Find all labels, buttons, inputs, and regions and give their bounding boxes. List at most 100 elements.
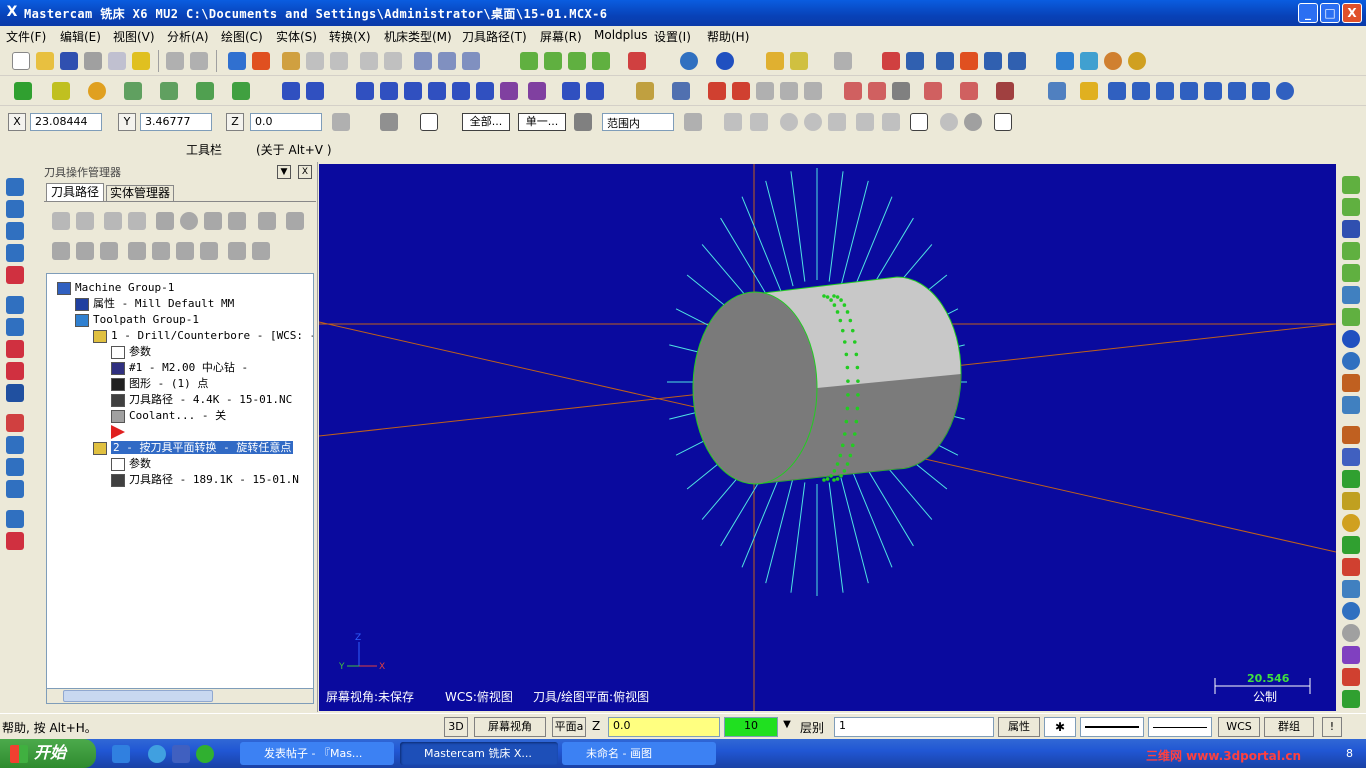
y-coordinate-input[interactable]: 3.46777 bbox=[140, 113, 212, 131]
steps-icon[interactable] bbox=[1180, 82, 1198, 100]
r-shapes-icon[interactable] bbox=[1342, 646, 1360, 664]
shape-c-icon[interactable] bbox=[804, 113, 822, 131]
note-icon[interactable] bbox=[756, 82, 774, 100]
wrap-icon[interactable] bbox=[528, 82, 546, 100]
tree-node-6[interactable]: 图形 - (1) 点 bbox=[111, 376, 208, 392]
solid-a-icon[interactable] bbox=[844, 82, 862, 100]
pencil-icon[interactable] bbox=[766, 52, 784, 70]
box-icon[interactable] bbox=[804, 82, 822, 100]
addin-icon[interactable] bbox=[1128, 52, 1146, 70]
menu-solids[interactable]: 实体(S) bbox=[276, 28, 317, 45]
post-ops-icon[interactable] bbox=[228, 212, 246, 230]
edge-icon[interactable] bbox=[6, 340, 24, 358]
regen-icon[interactable] bbox=[104, 212, 122, 230]
trim-icon[interactable] bbox=[282, 82, 300, 100]
fastpoint-icon[interactable] bbox=[380, 113, 398, 131]
tree-node-1[interactable]: 属性 - Mill Default MM bbox=[75, 296, 234, 312]
record-icon[interactable] bbox=[1104, 52, 1122, 70]
minimize-button[interactable]: _ bbox=[1298, 3, 1318, 23]
regen-dirty-icon[interactable] bbox=[128, 212, 146, 230]
r-misc-icon[interactable] bbox=[1342, 690, 1360, 708]
arrow-xform-icon[interactable] bbox=[586, 82, 604, 100]
groups-button[interactable]: 群组 bbox=[1264, 717, 1314, 737]
line-width-select[interactable] bbox=[1148, 717, 1212, 737]
view-top-icon[interactable] bbox=[520, 52, 538, 70]
measure-icon[interactable] bbox=[1048, 82, 1066, 100]
menu-toolpaths[interactable]: 刀具路径(T) bbox=[462, 28, 527, 45]
r-sphere-icon[interactable] bbox=[1342, 330, 1360, 348]
quicklaunch-ie-icon[interactable] bbox=[148, 745, 166, 763]
equal-icon[interactable] bbox=[1108, 82, 1126, 100]
close-button[interactable]: X bbox=[1342, 3, 1362, 23]
color-dropdown-icon[interactable]: ▼ bbox=[780, 719, 794, 735]
eraser-icon[interactable] bbox=[1080, 82, 1098, 100]
help-query-icon[interactable] bbox=[882, 52, 900, 70]
toolpath-manager-icon[interactable] bbox=[906, 52, 924, 70]
arc-view-icon[interactable] bbox=[6, 222, 24, 240]
mirror-icon[interactable] bbox=[404, 82, 422, 100]
r-line-icon[interactable] bbox=[1342, 492, 1360, 510]
r-cube2-icon[interactable] bbox=[1342, 198, 1360, 216]
globe-icon[interactable] bbox=[680, 52, 698, 70]
autocursor-icon[interactable] bbox=[332, 113, 350, 131]
backplot-icon[interactable] bbox=[438, 52, 456, 70]
menu-view[interactable]: 视图(V) bbox=[113, 28, 155, 45]
shape-d-icon[interactable] bbox=[828, 113, 846, 131]
solid-c-icon[interactable] bbox=[892, 82, 910, 100]
ops-help-icon[interactable] bbox=[286, 212, 304, 230]
stock-icon[interactable] bbox=[1056, 52, 1074, 70]
new-file-icon[interactable] bbox=[12, 52, 30, 70]
project-icon[interactable] bbox=[500, 82, 518, 100]
open-file-icon[interactable] bbox=[36, 52, 54, 70]
r-curve-icon[interactable] bbox=[1342, 448, 1360, 466]
surface-b-icon[interactable] bbox=[960, 82, 978, 100]
quicklaunch-desktop-icon[interactable] bbox=[112, 745, 130, 763]
r-cube1-icon[interactable] bbox=[1342, 176, 1360, 194]
lock-icon[interactable] bbox=[52, 242, 70, 260]
grid-icon[interactable] bbox=[562, 82, 580, 100]
r-cube3-icon[interactable] bbox=[1342, 242, 1360, 260]
undo-icon[interactable] bbox=[166, 52, 184, 70]
print-preview-icon[interactable] bbox=[108, 52, 126, 70]
x-coordinate-input[interactable]: 23.08444 bbox=[30, 113, 102, 131]
tree-node-8[interactable]: Coolant... - 关 bbox=[111, 408, 226, 424]
z-coordinate-input[interactable]: 0.0 bbox=[250, 113, 322, 131]
surface-a-icon[interactable] bbox=[924, 82, 942, 100]
question-icon[interactable] bbox=[420, 113, 438, 131]
break-icon[interactable] bbox=[306, 82, 324, 100]
scroll-icon[interactable] bbox=[200, 242, 218, 260]
wand-icon[interactable] bbox=[790, 52, 808, 70]
select-dirty-icon[interactable] bbox=[76, 212, 94, 230]
link-icon[interactable] bbox=[252, 242, 270, 260]
lines-icon[interactable] bbox=[1252, 82, 1270, 100]
tree-node-4[interactable]: 参数 bbox=[111, 344, 151, 360]
arrow-down-icon[interactable] bbox=[6, 244, 24, 262]
circle-select-icon[interactable] bbox=[964, 113, 982, 131]
task-mastercam[interactable]: Mastercam 铣床 X... bbox=[400, 742, 558, 765]
select-single-button[interactable]: 单一... bbox=[518, 113, 566, 131]
shape-a-icon[interactable] bbox=[750, 113, 768, 131]
tree-node-5[interactable]: #1 - M2.00 中心钻 - bbox=[111, 360, 248, 376]
machine-sim-icon[interactable] bbox=[1080, 52, 1098, 70]
screen-view-button[interactable]: 屏幕视角 bbox=[474, 717, 546, 737]
graphics-viewport[interactable]: Z Y X 屏幕视角:未保存 WCS:俯视图 刀具/绘图平面:俯视图 20.54… bbox=[319, 164, 1336, 711]
merge-icon[interactable] bbox=[132, 52, 150, 70]
point-icon[interactable] bbox=[14, 82, 32, 100]
rotate-view-icon[interactable] bbox=[6, 200, 24, 218]
point-style-select[interactable]: ✱ bbox=[1044, 717, 1076, 737]
solid-b-icon[interactable] bbox=[868, 82, 886, 100]
tree-node-10[interactable]: 2 - 按刀具平面转换 - 旋转任意点 bbox=[93, 440, 294, 456]
insert-icon[interactable] bbox=[176, 242, 194, 260]
menu-create[interactable]: 绘图(C) bbox=[221, 28, 263, 45]
r-circle-icon[interactable] bbox=[1342, 514, 1360, 532]
verify-ops-icon[interactable] bbox=[180, 212, 198, 230]
quicklaunch-app-icon[interactable] bbox=[172, 745, 190, 763]
level-input[interactable]: 1 bbox=[834, 717, 994, 737]
translate-icon[interactable] bbox=[356, 82, 374, 100]
doc-icon[interactable] bbox=[6, 480, 24, 498]
flat-icon[interactable] bbox=[6, 362, 24, 380]
select-help-icon[interactable] bbox=[994, 113, 1012, 131]
g1-icon[interactable] bbox=[204, 212, 222, 230]
task-paint[interactable]: 未命名 - 画图 bbox=[562, 742, 716, 765]
wcs-button[interactable]: WCS bbox=[1218, 717, 1260, 737]
